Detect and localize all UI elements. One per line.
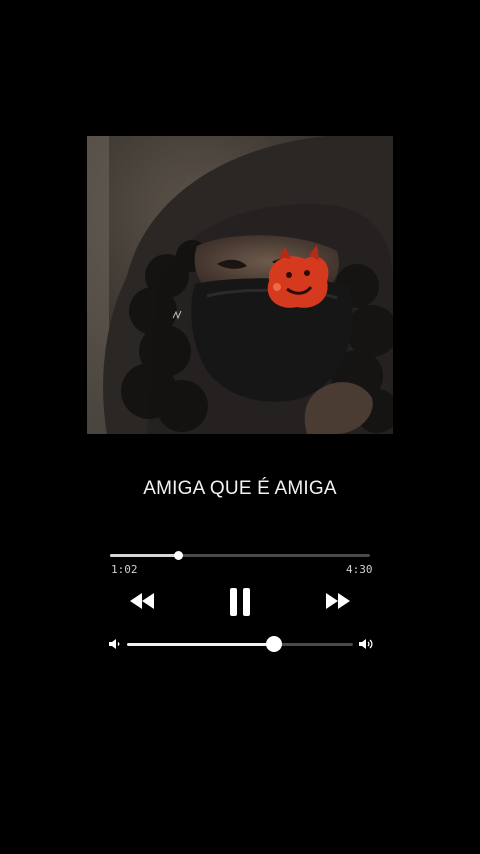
pause-icon [230, 588, 250, 616]
volume-low-icon [109, 639, 120, 649]
progress-handle[interactable] [173, 551, 183, 560]
rewind-button[interactable] [129, 591, 155, 611]
album-art-image [87, 136, 393, 434]
volume-slider[interactable] [127, 636, 353, 652]
volume-handle[interactable] [265, 636, 282, 652]
album-cover [87, 136, 393, 434]
pause-button[interactable] [229, 587, 251, 617]
volume-high-icon [359, 639, 373, 649]
volume-fill [127, 643, 274, 646]
song-title: AMIGA QUE É AMIGA [143, 478, 337, 499]
progress-fill [110, 554, 178, 557]
progress-bar[interactable] [110, 551, 370, 560]
fast-forward-button[interactable] [325, 591, 351, 611]
elapsed-time: 1:02 [111, 563, 138, 576]
volume-high-button[interactable] [358, 637, 374, 656]
total-time: 4:30 [346, 563, 373, 576]
fast-forward-icon [326, 593, 350, 609]
volume-low-button[interactable] [108, 637, 122, 656]
rewind-icon [130, 593, 154, 609]
